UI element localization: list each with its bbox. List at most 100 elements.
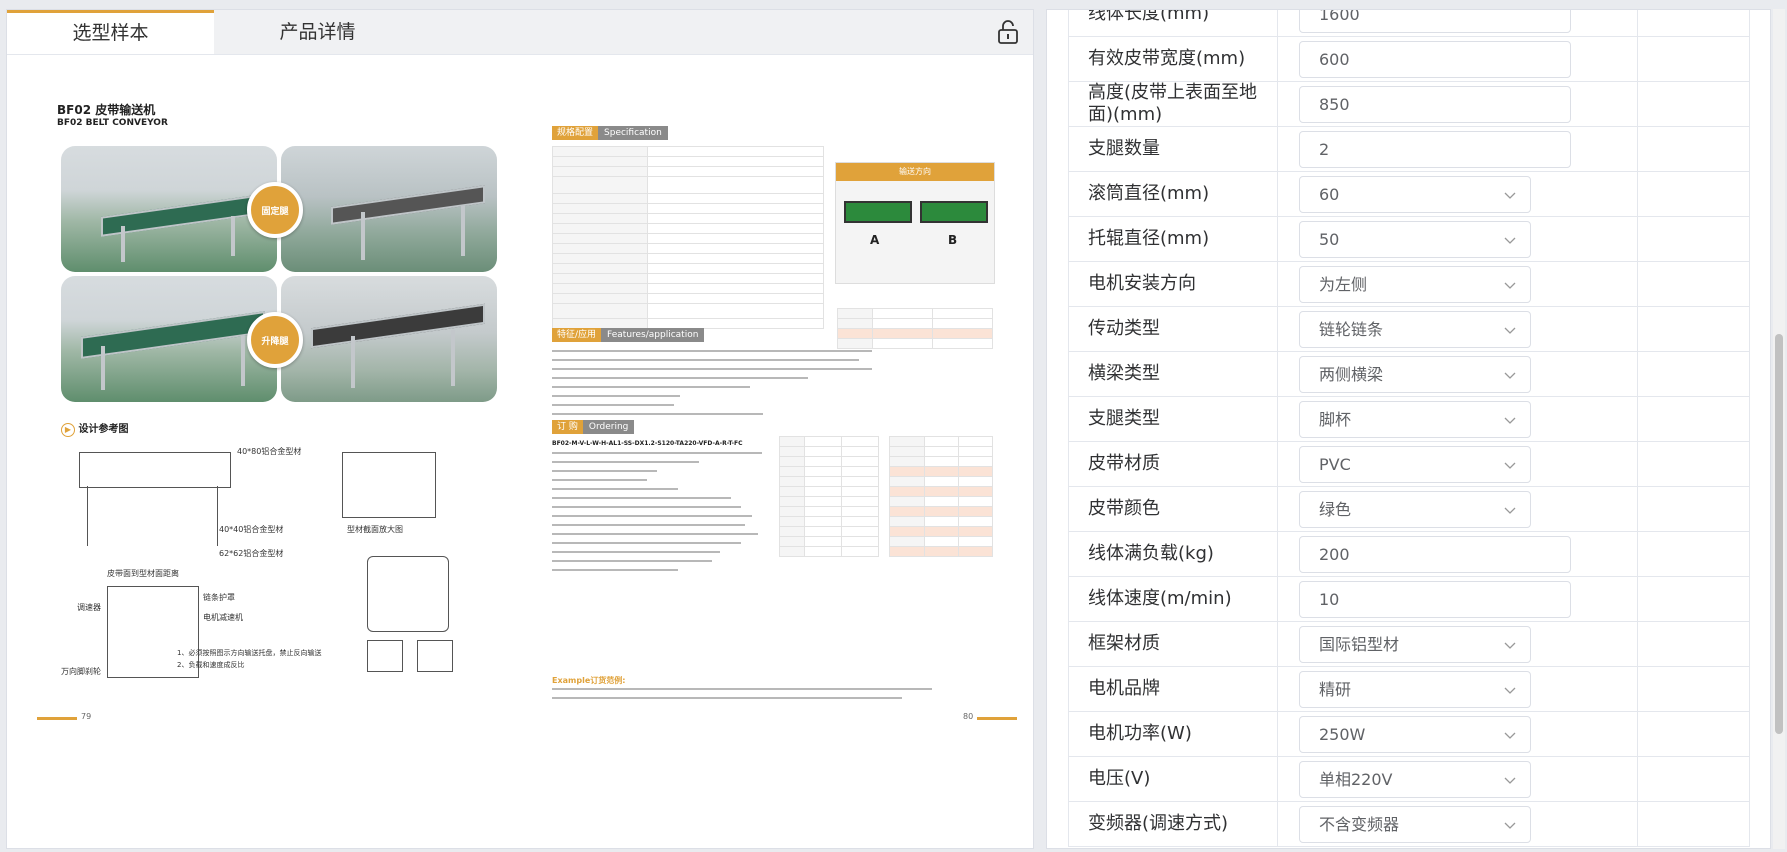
features-text xyxy=(552,350,872,422)
form-row: 横梁类型 两侧横梁 xyxy=(1068,352,1750,397)
form-row-label: 皮带颜色 xyxy=(1088,498,1160,519)
form-row: 线体速度(m/min) 10 xyxy=(1068,577,1750,622)
form-scrollbar[interactable] xyxy=(1773,9,1785,849)
form-input[interactable]: 2 xyxy=(1299,131,1571,168)
chevron-down-icon xyxy=(1504,507,1516,514)
tab-product-details[interactable]: 产品详情 xyxy=(214,10,421,54)
page-number-right: 80 xyxy=(963,712,974,721)
form-select[interactable]: 精研 xyxy=(1299,671,1531,708)
arrow-left-icon xyxy=(920,201,988,223)
form-row-label: 高度(皮带上表面至地面)(mm) xyxy=(1088,82,1258,125)
form-row-label: 电机品牌 xyxy=(1088,678,1160,699)
order-legend xyxy=(552,452,762,578)
form-select[interactable]: 国际铝型材 xyxy=(1299,626,1531,663)
spec-heading: 规格配置 Specification xyxy=(552,126,668,140)
form-value: 50 xyxy=(1319,230,1340,249)
form-row: 托辊直径(mm) 50 xyxy=(1068,217,1750,262)
form-row: 电机功率(W) 250W xyxy=(1068,712,1750,757)
form-select[interactable]: 单相220V xyxy=(1299,761,1531,798)
form-value: 850 xyxy=(1319,95,1350,114)
form-select[interactable]: 不含变频器 xyxy=(1299,806,1531,843)
config-form: 线体长度(mm) 1600 有效皮带宽度(mm) 600 高度(皮带上表面至地面)(mm… xyxy=(1068,9,1750,847)
form-select[interactable]: 两侧横梁 xyxy=(1299,356,1531,393)
form-value: 两侧横梁 xyxy=(1319,365,1384,384)
form-value: 不含变频器 xyxy=(1319,815,1400,834)
form-row-label: 皮带材质 xyxy=(1088,453,1160,474)
form-value: 链轮链条 xyxy=(1319,320,1384,339)
chevron-down-icon xyxy=(1504,327,1516,334)
form-select[interactable]: 为左侧 xyxy=(1299,266,1531,303)
tab-selection-sample[interactable]: 选型样本 xyxy=(7,10,214,54)
spec-table xyxy=(552,146,824,329)
form-row: 电机品牌 精研 xyxy=(1068,667,1750,712)
form-row-label: 电机功率(W) xyxy=(1088,723,1192,744)
conveyor-photo-4 xyxy=(281,276,497,402)
material-table xyxy=(837,308,993,349)
form-select[interactable]: 50 xyxy=(1299,221,1531,258)
form-row: 高度(皮带上表面至地面)(mm) 850 xyxy=(1068,82,1750,127)
form-value: 600 xyxy=(1319,50,1350,69)
form-value: 1600 xyxy=(1319,9,1360,24)
form-row-label: 传动类型 xyxy=(1088,318,1160,339)
direction-box: 输送方向 A B xyxy=(835,162,995,284)
form-value: PVC xyxy=(1319,455,1351,474)
form-value: 2 xyxy=(1319,140,1330,159)
form-row: 皮带材质 PVC xyxy=(1068,442,1750,487)
form-row: 支腿类型 脚杯 xyxy=(1068,397,1750,442)
badge-lift-leg: 升降腿 xyxy=(247,312,303,368)
form-row-label: 电机安装方向 xyxy=(1088,273,1196,294)
form-select[interactable]: 链轮链条 xyxy=(1299,311,1531,348)
form-input[interactable]: 600 xyxy=(1299,41,1571,78)
form-value: 精研 xyxy=(1319,680,1352,699)
form-value: 绿色 xyxy=(1319,500,1352,519)
chevron-down-icon xyxy=(1504,282,1516,289)
chevron-down-icon xyxy=(1504,417,1516,424)
form-select[interactable]: 绿色 xyxy=(1299,491,1531,528)
conveyor-photo-3 xyxy=(61,276,277,402)
form-value: 为左侧 xyxy=(1319,275,1368,294)
form-row: 有效皮带宽度(mm) 600 xyxy=(1068,37,1750,82)
form-row-label: 线体速度(m/min) xyxy=(1088,588,1232,609)
chevron-down-icon xyxy=(1504,642,1516,649)
form-input[interactable]: 850 xyxy=(1299,86,1571,123)
unlock-icon[interactable] xyxy=(997,20,1019,44)
form-row: 框架材质 国际铝型材 xyxy=(1068,622,1750,667)
form-select[interactable]: 250W xyxy=(1299,716,1531,753)
ordering-heading: 订 购 Ordering xyxy=(552,420,635,434)
form-row-label: 支腿类型 xyxy=(1088,408,1160,429)
form-input[interactable]: 200 xyxy=(1299,536,1571,573)
catalog-panel: 选型样本 产品详情 BF02 皮带输送机 BF02 BELT CONVEYOR … xyxy=(6,9,1034,849)
form-row: 变频器(调速方式) 不含变频器 xyxy=(1068,802,1750,847)
catalog-image: BF02 皮带输送机 BF02 BELT CONVEYOR 固定腿 升降腿 ▶ … xyxy=(37,100,1027,730)
form-row-label: 横梁类型 xyxy=(1088,363,1160,384)
catalog-title: BF02 皮带输送机 BF02 BELT CONVEYOR xyxy=(57,103,168,129)
form-row-label: 线体满负载(kg) xyxy=(1088,543,1214,564)
tab-bar: 选型样本 产品详情 xyxy=(7,10,1033,55)
form-row-label: 有效皮带宽度(mm) xyxy=(1088,48,1246,69)
features-heading: 特征/应用 Features/application xyxy=(552,328,705,342)
arrow-right-icon xyxy=(844,201,912,223)
form-value: 200 xyxy=(1319,545,1350,564)
scrollbar-thumb[interactable] xyxy=(1775,334,1783,734)
form-select[interactable]: 60 xyxy=(1299,176,1531,213)
chevron-down-icon xyxy=(1504,822,1516,829)
form-row-label: 线体长度(mm) xyxy=(1088,9,1210,24)
page-number-left: 79 xyxy=(81,712,92,721)
play-icon: ▶ xyxy=(61,423,75,437)
form-row-label: 变频器(调速方式) xyxy=(1088,813,1229,834)
form-select[interactable]: 脚杯 xyxy=(1299,401,1531,438)
conveyor-photo-2 xyxy=(281,146,497,272)
form-row: 线体满负载(kg) 200 xyxy=(1068,532,1750,577)
form-row: 传动类型 链轮链条 xyxy=(1068,307,1750,352)
form-value: 60 xyxy=(1319,185,1340,204)
form-row: 滚筒直径(mm) 60 xyxy=(1068,172,1750,217)
badge-fixed-leg: 固定腿 xyxy=(247,182,303,238)
form-input[interactable]: 10 xyxy=(1299,581,1571,618)
chevron-down-icon xyxy=(1504,687,1516,694)
form-select[interactable]: PVC xyxy=(1299,446,1531,483)
form-value: 单相220V xyxy=(1319,770,1393,789)
chevron-down-icon xyxy=(1504,462,1516,469)
form-value: 国际铝型材 xyxy=(1319,635,1400,654)
form-row-label: 滚筒直径(mm) xyxy=(1088,183,1210,204)
form-input[interactable]: 1600 xyxy=(1299,9,1571,33)
